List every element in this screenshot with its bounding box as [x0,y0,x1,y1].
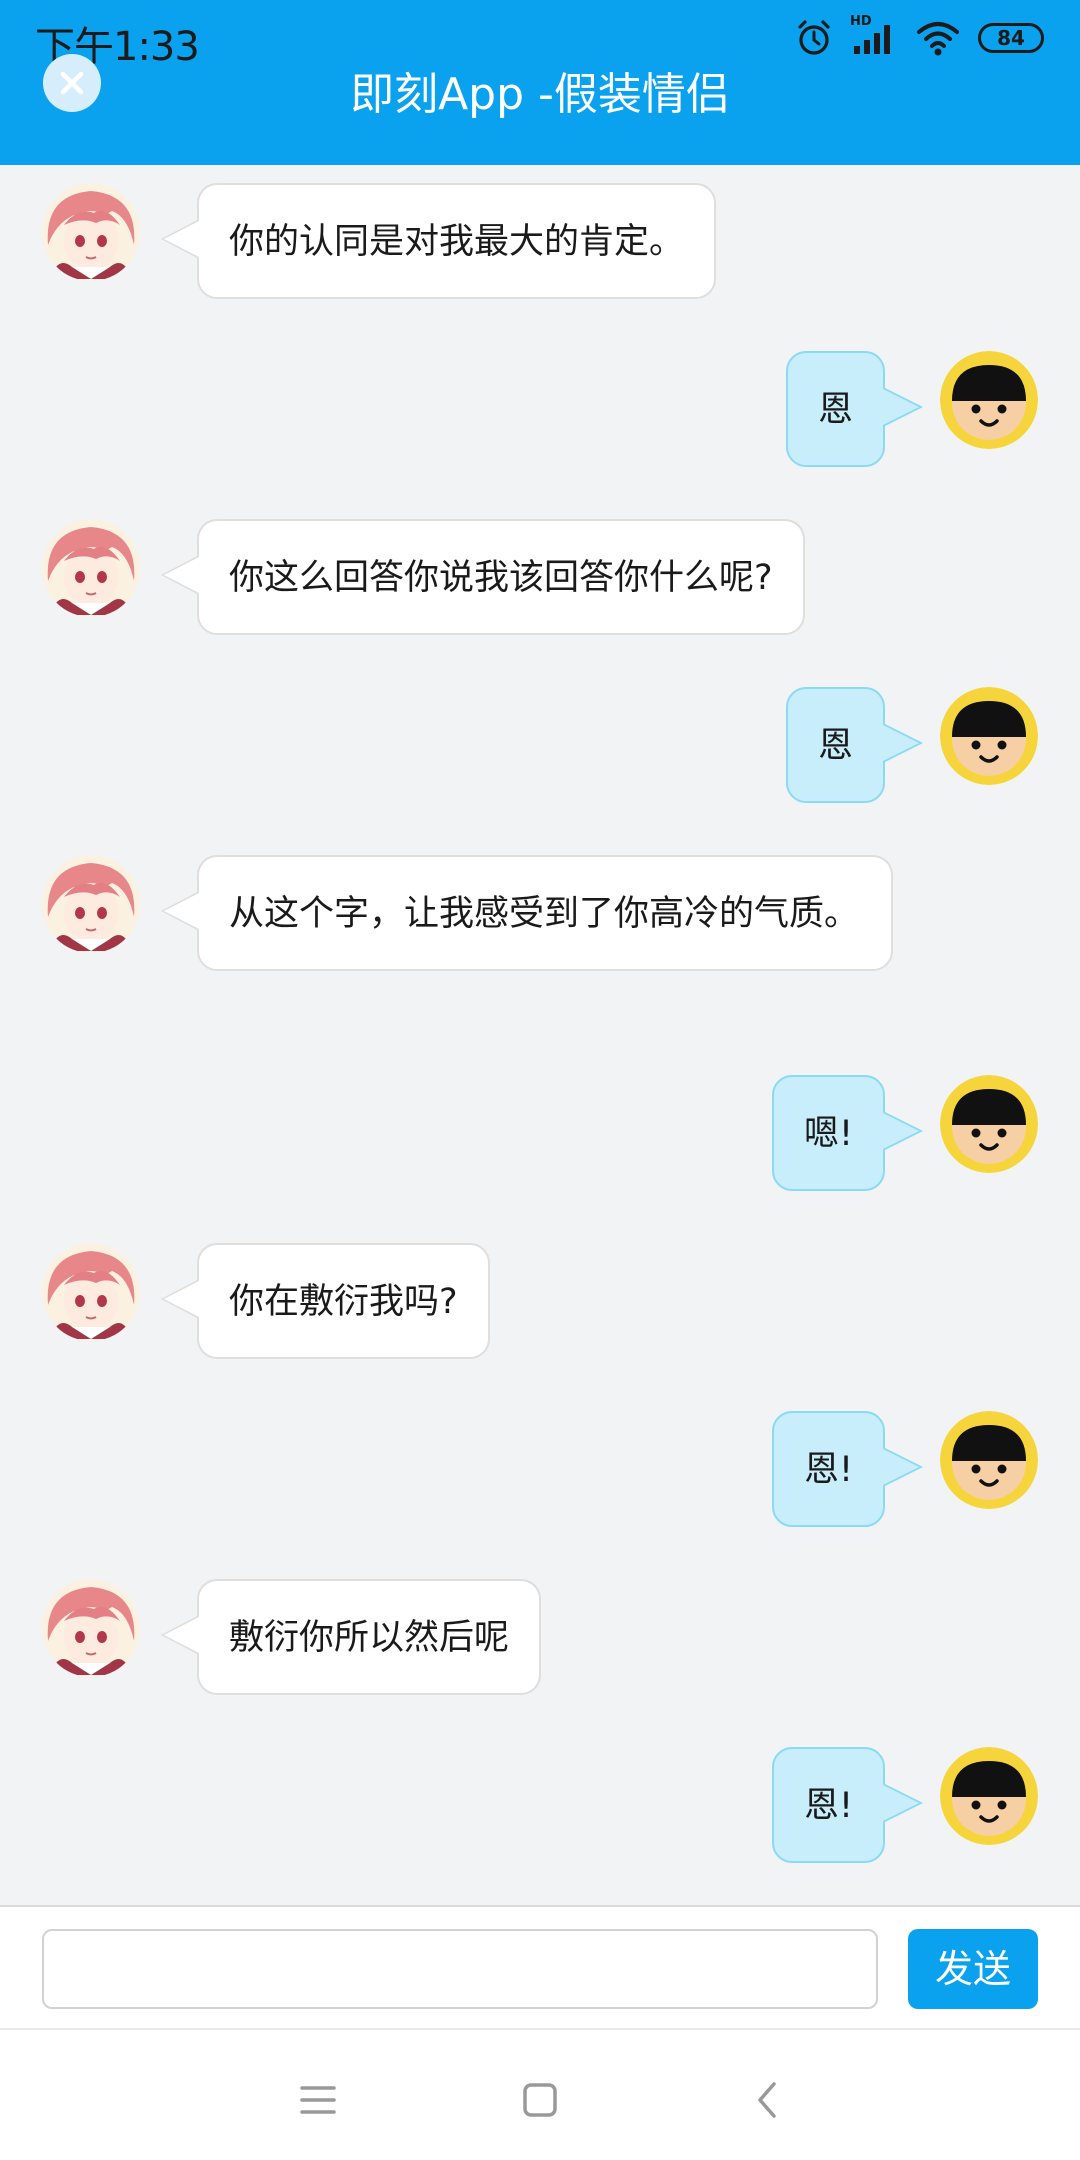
anime-girl-avatar[interactable] [42,855,140,953]
page-title: 即刻App -假装情侣 [350,69,730,120]
header: 下午1:33 HD 84 即刻App -假装情侣 [0,0,1080,165]
send-button[interactable]: 发送 [908,1929,1038,2009]
chat-list[interactable]: 你的认同是对我最大的肯定。 恩 你这么回答你说我该回答你什么呢? 恩 从这个字，… [0,165,1080,1905]
chat-bubble[interactable]: 从这个字，让我感受到了你高冷的气质。 [161,855,893,971]
anime-girl-avatar[interactable] [42,1579,140,1677]
smiley-boy-avatar[interactable] [940,687,1038,785]
chat-bubble[interactable]: 你的认同是对我最大的肯定。 [160,183,717,299]
chat-message: 你的认同是对我最大的肯定。 [0,183,1080,303]
chat-bubble[interactable]: 你在敷衍我吗? [161,1243,490,1359]
home-button[interactable] [510,2070,570,2130]
message-text: 从这个字，让我感受到了你高冷的气质。 [229,894,860,934]
status-icons: HD 84 [794,14,1044,60]
chat-message: 恩! [0,1747,1080,1867]
message-text: 恩 [817,726,853,766]
chat-bubble[interactable]: 敷衍你所以然后呢 [160,1579,542,1695]
smiley-boy-avatar[interactable] [940,1075,1038,1173]
smiley-boy-avatar[interactable] [940,1411,1038,1509]
chat-message: 你在敷衍我吗? [0,1243,1080,1363]
message-text: 恩! [803,1786,853,1826]
message-text: 恩 [817,390,853,430]
chat-message: 敷衍你所以然后呢 [0,1579,1080,1699]
chat-bubble[interactable]: 恩! [771,1411,924,1527]
signal-icon: HD [850,14,898,56]
back-button[interactable] [738,2070,798,2130]
message-text: 你这么回答你说我该回答你什么呢? [229,558,773,598]
home-icon [523,2083,557,2117]
alarm-icon [794,18,834,58]
chat-bubble[interactable]: 你这么回答你说我该回答你什么呢? [161,519,805,635]
chat-message: 恩 [0,687,1080,807]
menu-button[interactable] [288,2070,348,2130]
message-input[interactable] [42,1929,878,2009]
message-text: 恩! [803,1450,853,1490]
chat-bubble[interactable]: 恩! [771,1747,924,1863]
message-text: 你的认同是对我最大的肯定。 [229,222,685,262]
menu-icon [300,2086,336,2114]
smiley-boy-avatar[interactable] [940,351,1038,449]
anime-girl-avatar[interactable] [42,519,140,617]
chat-bubble[interactable]: 恩 [785,351,924,467]
chat-bubble[interactable]: 嗯! [771,1075,924,1191]
chat-message: 从这个字，让我感受到了你高冷的气质。 [0,855,1080,1025]
wifi-icon [916,20,960,56]
anime-girl-avatar[interactable] [42,183,140,281]
input-bar: 发送 [0,1905,1080,2030]
message-text: 嗯! [803,1114,853,1154]
back-icon [758,2082,776,2118]
chat-message: 嗯! [0,1075,1080,1195]
chat-bubble[interactable]: 恩 [785,687,924,803]
battery-icon: 84 [978,23,1044,53]
message-text: 你在敷衍我吗? [229,1282,458,1322]
smiley-boy-avatar[interactable] [940,1747,1038,1845]
chat-message: 恩! [0,1411,1080,1531]
anime-girl-avatar[interactable] [42,1243,140,1341]
chat-message: 你这么回答你说我该回答你什么呢? [0,519,1080,639]
chat-message: 恩 [0,351,1080,471]
network-type-label: HD [850,14,872,29]
message-text: 敷衍你所以然后呢 [229,1618,510,1658]
system-nav-bar [0,2030,1080,2160]
